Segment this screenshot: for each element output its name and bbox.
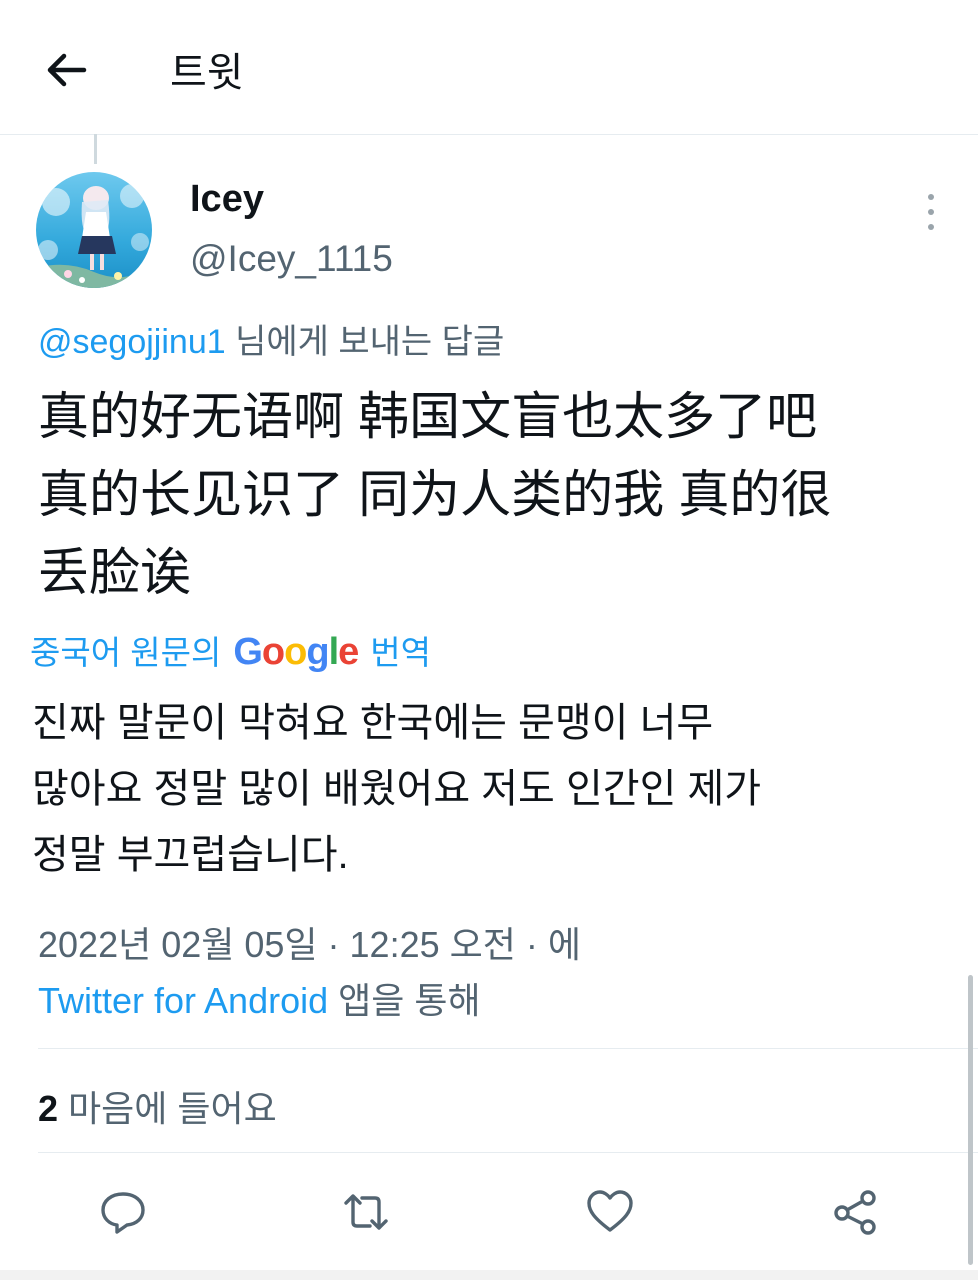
source-suffix: 앱을 통해	[328, 980, 481, 1021]
divider	[38, 1152, 978, 1153]
reply-mention-link[interactable]: @segojjinu1	[38, 323, 226, 361]
more-options-button[interactable]	[910, 190, 950, 234]
scrollbar[interactable]	[968, 975, 973, 1265]
avatar[interactable]	[36, 172, 152, 288]
retweet-icon	[344, 1194, 388, 1230]
tweet-line: 真的好无语啊 韩国文盲也太多了吧	[38, 388, 818, 445]
more-dot-icon	[928, 209, 934, 215]
like-button[interactable]	[584, 1186, 636, 1238]
share-icon	[834, 1190, 876, 1235]
bottom-edge	[0, 1270, 978, 1280]
source-app-link[interactable]: Twitter for Android	[38, 980, 328, 1021]
likes-label: 마음에 들어요	[58, 1088, 277, 1129]
reply-icon	[101, 1192, 145, 1234]
thread-connector-line	[94, 134, 97, 164]
page-title: 트윗	[170, 51, 244, 95]
reply-button[interactable]	[97, 1186, 149, 1238]
tweet-line: 丢脸诶	[38, 544, 192, 601]
tweet-line: 真的长见识了 同为人类的我 真的很	[38, 466, 832, 523]
arrow-left-icon	[47, 53, 87, 87]
translation-line: 진짜 말문이 막혀요 한국에는 문맹이 너무	[32, 701, 714, 745]
translation-line: 정말 부끄럽습니다.	[32, 833, 349, 877]
author-name[interactable]: Icey	[190, 178, 264, 221]
likes-count: 2	[38, 1088, 59, 1129]
author-handle: @Icey_1115	[190, 238, 393, 279]
translate-prefix: 중국어 원문의	[30, 634, 222, 671]
reply-suffix: 님에게 보내는 답글	[225, 323, 505, 361]
google-logo: Google	[233, 631, 359, 673]
more-dot-icon	[928, 224, 934, 230]
translation-line: 많아요 정말 많이 배웠어요 저도 인간인 제가	[32, 767, 762, 811]
translate-suffix: 번역	[370, 634, 431, 671]
reply-context: @segojjinu1 님에게 보내는 답글	[38, 314, 504, 363]
tweet-timestamp: 2022년 02월 05일 · 12:25 오전 · 에	[38, 924, 581, 965]
avatar-image	[36, 172, 152, 288]
top-app-bar: 트윗	[0, 0, 978, 135]
tweet-source: Twitter for Android 앱을 통해	[38, 972, 481, 1024]
translate-link[interactable]: 중국어 원문의 Google 번역	[30, 626, 431, 674]
divider	[38, 1048, 978, 1049]
like-icon	[587, 1190, 633, 1232]
translated-text: 진짜 말문이 막혀요 한국에는 문맹이 너무 많아요 정말 많이 배웠어요 저도…	[32, 690, 942, 888]
likes-count-link[interactable]: 2 마음에 들어요	[38, 1080, 277, 1132]
share-button[interactable]	[830, 1186, 882, 1238]
back-button[interactable]	[40, 44, 92, 96]
retweet-button[interactable]	[340, 1186, 392, 1238]
more-dot-icon	[928, 194, 934, 200]
tweet-text: 真的好无语啊 韩国文盲也太多了吧 真的长见识了 同为人类的我 真的很 丢脸诶	[38, 378, 938, 612]
